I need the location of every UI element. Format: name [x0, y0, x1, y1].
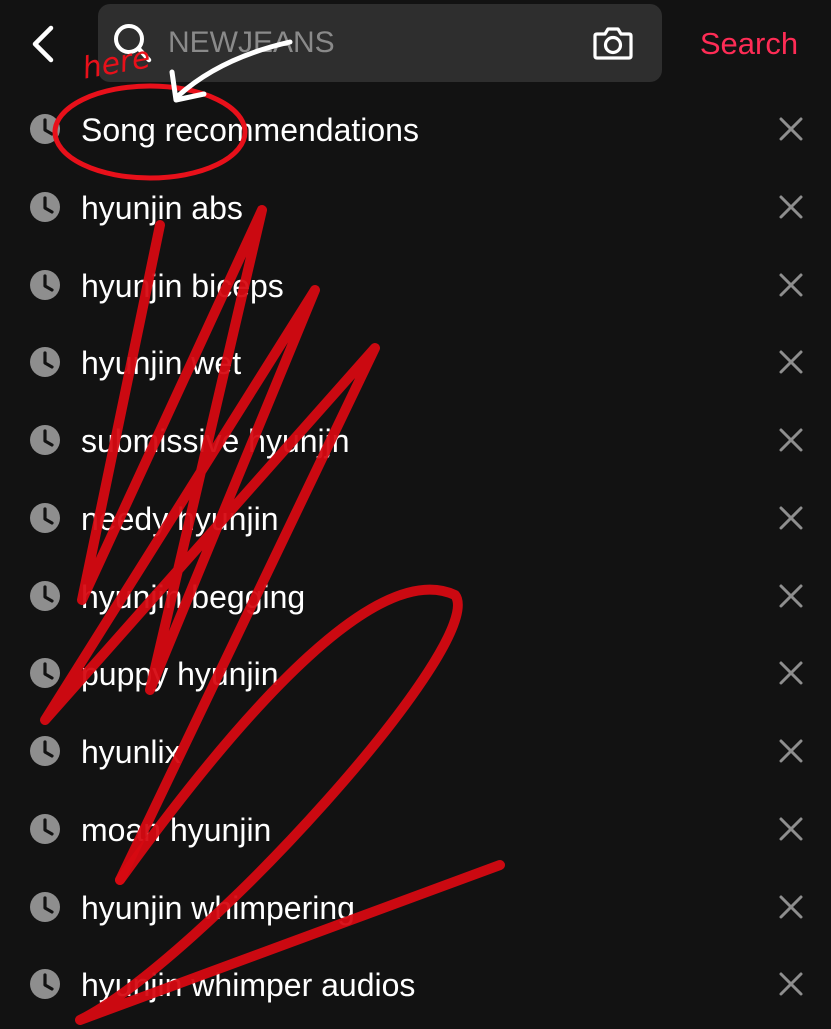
history-item[interactable]: hyunjin begging — [0, 558, 831, 636]
close-icon — [779, 895, 803, 918]
history-item-label: Song recommendations — [81, 112, 419, 148]
close-icon — [779, 117, 803, 141]
clock-icon — [30, 191, 60, 222]
close-icon — [779, 817, 803, 841]
close-icon — [779, 584, 803, 607]
history-item[interactable]: hyunjin whimper audios — [0, 946, 831, 1024]
clock-icon — [30, 114, 60, 144]
search-icon — [114, 24, 152, 63]
close-icon — [779, 273, 803, 296]
history-item-label: puppy hyunjin — [81, 656, 279, 693]
history-item[interactable]: moan hyunjin — [0, 791, 831, 869]
clock-icon — [30, 269, 60, 300]
history-item[interactable]: hyunjin wet — [0, 324, 831, 402]
remove-history-button[interactable] — [774, 579, 808, 613]
clock-icon — [30, 736, 60, 766]
history-item[interactable]: submissive hyunjjn — [0, 402, 831, 480]
history-item-label: hyunjin abs — [81, 189, 243, 226]
remove-history-button[interactable] — [774, 656, 808, 690]
remove-history-button[interactable] — [774, 190, 808, 224]
remove-history-button[interactable] — [774, 967, 808, 1001]
close-icon — [779, 350, 803, 374]
clock-icon — [30, 502, 60, 533]
history-item[interactable]: hyunjin abs — [0, 169, 831, 247]
history-item[interactable]: hyunlix — [0, 713, 831, 791]
remove-history-button[interactable] — [774, 112, 808, 146]
history-item-label: hyunjin whimper audios — [81, 967, 416, 1004]
history-item[interactable]: hyunjin whimpering — [0, 869, 831, 947]
history-item-label: hyunjin begging — [81, 578, 306, 615]
camera-button[interactable] — [590, 22, 636, 64]
remove-history-button[interactable] — [774, 734, 808, 768]
close-icon — [779, 506, 803, 530]
search-history-screen: Search Song recommendations hyunjin abs hy… — [0, 0, 831, 1029]
close-icon — [779, 195, 803, 219]
history-item-label: hyunlix — [81, 734, 181, 770]
remove-history-button[interactable] — [774, 345, 808, 379]
close-icon — [779, 739, 803, 763]
remove-history-button[interactable] — [774, 268, 808, 302]
clock-icon — [30, 891, 60, 922]
history-item-label: hyunjin biceps — [81, 267, 284, 304]
clock-icon — [30, 347, 60, 378]
history-item[interactable]: puppy hyunjin — [0, 635, 831, 713]
remove-history-button[interactable] — [774, 890, 808, 924]
history-item-label: submissive hyunjjn — [81, 423, 350, 459]
close-icon — [779, 972, 803, 996]
history-item[interactable]: needy hyunjin — [0, 480, 831, 558]
clock-icon — [30, 969, 60, 1000]
search-bar — [98, 4, 662, 82]
remove-history-button[interactable] — [774, 501, 808, 535]
search-history-list: Song recommendations hyunjin abs hyunjin b… — [0, 91, 831, 1024]
history-item[interactable]: Song recommendations — [0, 91, 831, 169]
history-item-label: hyunjin wet — [81, 345, 242, 382]
search-input[interactable] — [168, 20, 568, 66]
remove-history-button[interactable] — [774, 812, 808, 846]
history-item[interactable]: hyunjin biceps — [0, 247, 831, 325]
history-item-label: moan hyunjin — [81, 811, 272, 848]
search-header: Search — [0, 0, 831, 92]
camera-icon — [593, 27, 633, 60]
clock-icon — [30, 813, 60, 844]
clock-icon — [30, 425, 60, 455]
search-button[interactable]: Search — [684, 22, 814, 66]
clock-icon — [30, 580, 60, 611]
remove-history-button[interactable] — [774, 423, 808, 457]
history-item-label: needy hyunjin — [81, 500, 279, 537]
back-button[interactable] — [18, 18, 66, 70]
close-icon — [779, 428, 803, 452]
history-item-label: hyunjin whimpering — [81, 889, 355, 926]
chevron-left-icon — [32, 25, 54, 63]
clock-icon — [30, 658, 60, 689]
close-icon — [779, 661, 803, 685]
